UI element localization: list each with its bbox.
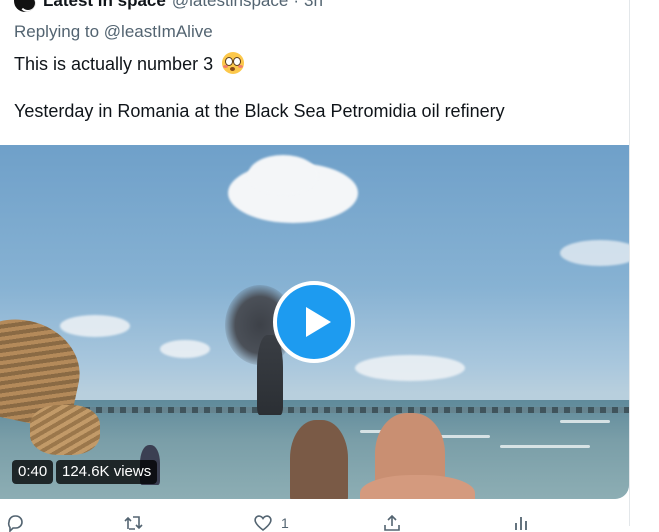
wave: [500, 445, 590, 448]
play-icon: [306, 307, 331, 337]
cloud: [248, 155, 318, 195]
reply-icon: [7, 515, 23, 532]
person: [290, 420, 348, 499]
display-name[interactable]: Latest in space: [43, 0, 166, 11]
retweet-icon: [124, 516, 143, 530]
wave: [560, 420, 610, 423]
reply-button[interactable]: [6, 514, 24, 532]
play-button[interactable]: [273, 281, 355, 363]
separator-dot: ·: [293, 0, 299, 10]
avatar[interactable]: [14, 0, 36, 12]
analytics-button[interactable]: [512, 514, 530, 532]
tweet[interactable]: Latest in space @latestinspace · 3h Repl…: [0, 0, 630, 532]
cloud: [160, 340, 210, 358]
cloud: [355, 355, 465, 381]
like-count: 1: [281, 515, 289, 531]
view-count: 124.6K views: [56, 460, 158, 484]
tweet-text-line-2: Yesterday in Romania at the Black Sea Pe…: [14, 101, 505, 121]
retweet-button[interactable]: [124, 514, 144, 532]
timestamp[interactable]: 3h: [304, 0, 323, 11]
flushed-face-emoji-icon: [222, 52, 245, 74]
horizon: [60, 407, 629, 413]
replying-prefix: Replying to: [14, 22, 100, 41]
analytics-icon: [515, 517, 527, 530]
smoke-column: [257, 335, 283, 415]
share-icon: [384, 514, 400, 531]
tweet-actions: 1: [0, 514, 629, 532]
tweet-text-line-1: This is actually number 3: [14, 54, 214, 74]
tweet-header: Latest in space @latestinspace · 3h: [14, 0, 323, 12]
heart-icon: [254, 515, 272, 532]
replying-to: Replying to @leastImAlive: [14, 22, 213, 42]
like-button[interactable]: 1: [253, 514, 289, 532]
beach-umbrella: [30, 405, 100, 455]
replying-mention[interactable]: @leastImAlive: [104, 22, 213, 41]
person: [360, 475, 475, 499]
cloud: [560, 240, 629, 266]
video-duration: 0:40: [12, 460, 54, 484]
share-button[interactable]: [383, 514, 401, 532]
video-player[interactable]: 0:40 124.6K views: [0, 145, 629, 499]
cloud: [60, 315, 130, 337]
user-handle[interactable]: @latestinspace: [172, 0, 289, 11]
tweet-text: This is actually number 3: [14, 52, 614, 76]
